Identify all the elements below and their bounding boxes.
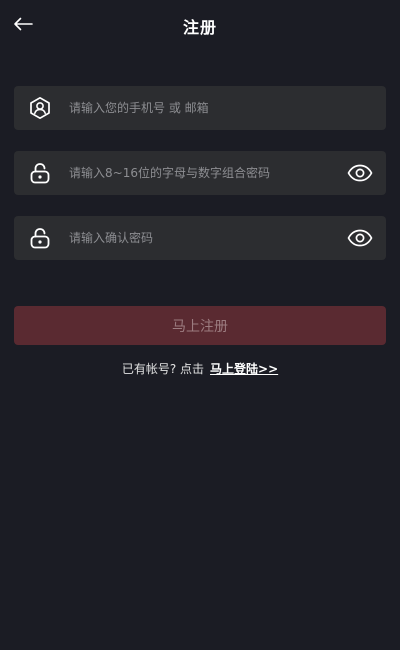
confirm-password-field[interactable]: [14, 216, 386, 260]
login-prompt-text: 已有帐号? 点击: [121, 362, 205, 376]
account-input[interactable]: [69, 86, 386, 130]
login-prompt: 已有帐号? 点击 马上登陆>>: [0, 360, 400, 377]
eye-icon[interactable]: [347, 164, 373, 182]
account-field[interactable]: [14, 86, 386, 130]
user-shield-icon: [27, 95, 53, 121]
eye-icon[interactable]: [347, 229, 373, 247]
page-title: 注册: [182, 18, 217, 37]
top-bar: 注册: [0, 0, 400, 48]
lock-icon: [27, 225, 53, 251]
register-button[interactable]: 马上注册: [14, 306, 386, 345]
lock-icon: [27, 160, 53, 186]
confirm-visibility-toggle[interactable]: [346, 226, 374, 250]
password-input[interactable]: [69, 151, 346, 195]
confirm-password-input[interactable]: [69, 216, 346, 260]
login-link[interactable]: 马上登陆>>: [210, 362, 278, 376]
password-field[interactable]: [14, 151, 386, 195]
password-visibility-toggle[interactable]: [346, 161, 374, 185]
